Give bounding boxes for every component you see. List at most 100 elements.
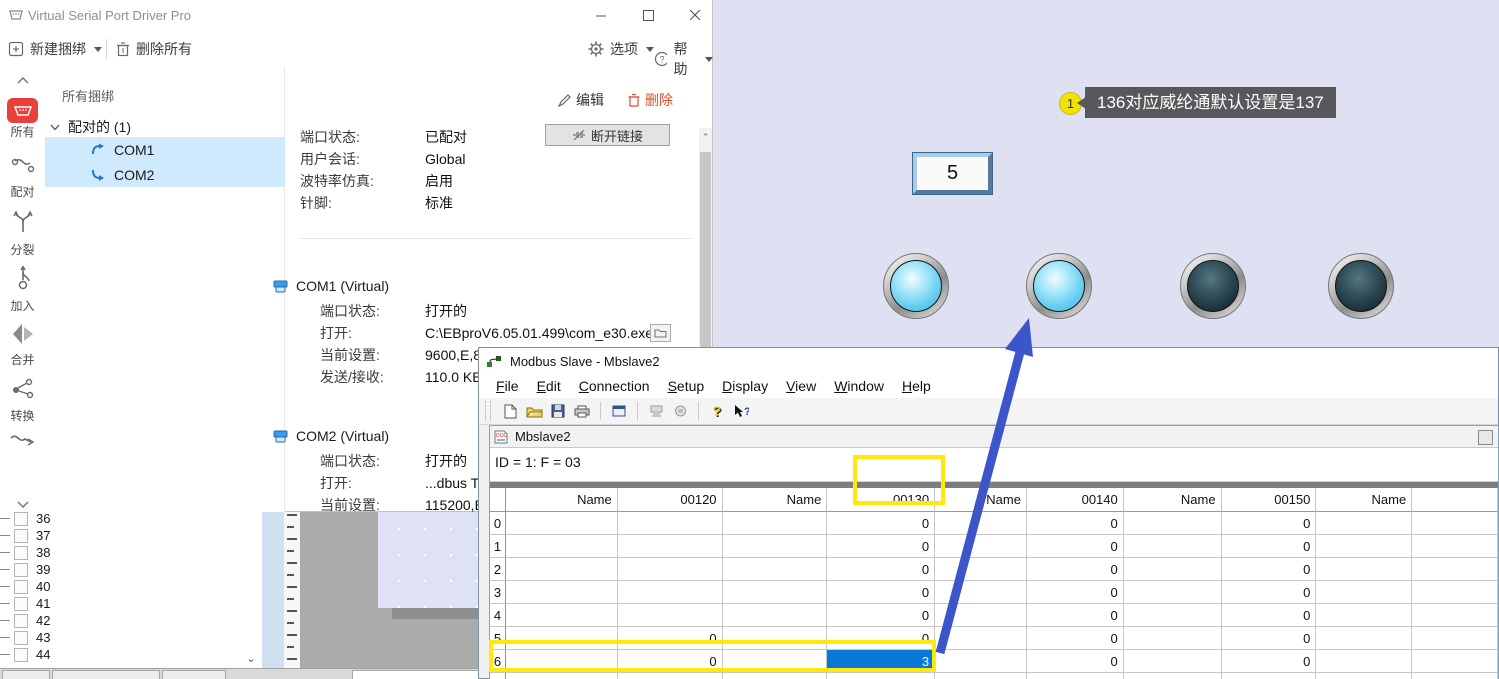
sidebar-item-split[interactable]: 分裂	[0, 210, 45, 258]
cell-r6-c00140[interactable]: 0	[1027, 650, 1124, 673]
cell-r7-name4[interactable]	[1124, 673, 1222, 679]
cell-r2-name5[interactable]	[1316, 558, 1412, 581]
tree-group-paired[interactable]: 配对的 (1)	[50, 117, 131, 137]
cell-r2-name1[interactable]	[506, 558, 618, 581]
cell-r7-c00120[interactable]	[618, 673, 723, 679]
cell-r7-name2[interactable]	[723, 673, 828, 679]
lamp-button-3-off[interactable]	[1180, 253, 1246, 319]
cell-r2-name2[interactable]	[723, 558, 828, 581]
cell-r0-c00120[interactable]	[618, 512, 723, 535]
cell-r3-c00140[interactable]: 0	[1027, 581, 1124, 604]
address-list-item[interactable]: 39	[0, 561, 262, 578]
menu-display[interactable]: Display	[713, 376, 777, 396]
cell-r0-name3[interactable]	[935, 512, 1027, 535]
minimize-button[interactable]	[586, 4, 616, 26]
cell-r1-c00130[interactable]: 0	[827, 535, 935, 558]
sidebar-item-convert[interactable]: 转换	[0, 376, 45, 424]
address-list-item[interactable]: 41	[0, 595, 262, 612]
menu-edit[interactable]: Edit	[528, 376, 570, 396]
column-header-name[interactable]: Name	[1124, 488, 1222, 512]
cell-r7-name3[interactable]	[935, 673, 1027, 679]
new-bundle-button[interactable]: 新建捆绑	[8, 39, 102, 59]
cell-r7-name1[interactable]	[506, 673, 618, 679]
save-button[interactable]	[549, 403, 567, 420]
cell-r3-name4[interactable]	[1124, 581, 1222, 604]
checkbox[interactable]	[14, 529, 28, 543]
cell-r4-name1[interactable]	[506, 604, 618, 627]
menu-window[interactable]: Window	[825, 376, 893, 396]
column-header-blank[interactable]	[1412, 488, 1498, 512]
edit-button[interactable]: 编辑	[558, 90, 604, 110]
lamp-button-4-off[interactable]	[1328, 253, 1394, 319]
checkbox[interactable]	[14, 597, 28, 611]
cell-r0-name4[interactable]	[1124, 512, 1222, 535]
cell-r6-name4[interactable]	[1124, 650, 1222, 673]
cell-r2-name4[interactable]	[1124, 558, 1222, 581]
cell-r1-c00140[interactable]: 0	[1027, 535, 1124, 558]
delete-button[interactable]: 删除	[628, 90, 673, 110]
cell-r2-name3[interactable]	[935, 558, 1027, 581]
cell-r3-name3[interactable]	[935, 581, 1027, 604]
cell-r4-name2[interactable]	[723, 604, 828, 627]
comm-traffic-button[interactable]	[671, 403, 689, 420]
cell-r0-name5[interactable]	[1316, 512, 1412, 535]
background-tab[interactable]	[52, 670, 160, 679]
tree-item-com1[interactable]: COM1	[45, 137, 285, 162]
cell-r4-name3[interactable]	[935, 604, 1027, 627]
cell-r1-c00150[interactable]: 0	[1222, 535, 1317, 558]
cell-r2-c00120[interactable]	[618, 558, 723, 581]
checkbox[interactable]	[14, 563, 28, 577]
column-header-blank[interactable]	[490, 488, 506, 512]
menu-setup[interactable]: Setup	[659, 376, 714, 396]
scrollbar-thumb[interactable]	[700, 152, 711, 352]
cell-r4-extra[interactable]	[1412, 604, 1498, 627]
tree-item-com2[interactable]: COM2	[45, 162, 285, 187]
sidebar-item-extra[interactable]	[0, 430, 45, 457]
cell-r5-extra[interactable]	[1412, 627, 1498, 650]
menu-view[interactable]: View	[777, 376, 825, 396]
column-header-name[interactable]: Name	[935, 488, 1027, 512]
cell-r7-c00150[interactable]	[1222, 673, 1317, 679]
lamp-button-2-on[interactable]	[1026, 253, 1092, 319]
background-tab[interactable]	[162, 670, 226, 679]
list-scroll-down-icon[interactable]: ⌄	[244, 652, 258, 666]
cell-r3-c00150[interactable]: 0	[1222, 581, 1317, 604]
cell-r2-c00150[interactable]: 0	[1222, 558, 1317, 581]
cell-r5-name5[interactable]	[1316, 627, 1412, 650]
cell-r6-extra[interactable]	[1412, 650, 1498, 673]
menu-connection[interactable]: Connection	[570, 376, 659, 396]
cell-r1-c00120[interactable]	[618, 535, 723, 558]
cell-r4-c00150[interactable]: 0	[1222, 604, 1317, 627]
column-header-00120[interactable]: 00120	[618, 488, 723, 512]
sidebar-scroll-up-icon[interactable]	[0, 72, 45, 90]
column-header-00140[interactable]: 00140	[1027, 488, 1124, 512]
sidebar-item-merge[interactable]: 合并	[0, 322, 45, 368]
cell-r3-c00120[interactable]	[618, 581, 723, 604]
scroll-up-icon[interactable]: ⌃	[699, 132, 712, 143]
cell-r1-name3[interactable]	[935, 535, 1027, 558]
delete-all-button[interactable]: 删除所有	[116, 39, 192, 59]
background-tab[interactable]	[2, 670, 50, 679]
disconnect-button[interactable]: 断开链接	[545, 124, 670, 146]
sidebar-item-all[interactable]: 所有	[0, 98, 45, 140]
cell-r2-extra[interactable]	[1412, 558, 1498, 581]
cell-r3-name2[interactable]	[723, 581, 828, 604]
cell-r6-c00150[interactable]: 0	[1222, 650, 1317, 673]
cell-r3-extra[interactable]	[1412, 581, 1498, 604]
cell-r0-c00140[interactable]: 0	[1027, 512, 1124, 535]
help-button[interactable]: ? 帮助	[654, 39, 713, 79]
cell-r4-c00140[interactable]: 0	[1027, 604, 1124, 627]
cell-r3-name1[interactable]	[506, 581, 618, 604]
cell-r5-c00150[interactable]: 0	[1222, 627, 1317, 650]
comm-log-button[interactable]	[647, 403, 665, 420]
cell-r5-name4[interactable]	[1124, 627, 1222, 650]
browse-path-button[interactable]	[650, 324, 671, 342]
cell-r6-name5[interactable]	[1316, 650, 1412, 673]
cell-r0-c00150[interactable]: 0	[1222, 512, 1317, 535]
cell-r3-c00130[interactable]: 0	[827, 581, 935, 604]
lamp-button-1-on[interactable]	[883, 253, 949, 319]
cell-r5-c00140[interactable]: 0	[1027, 627, 1124, 650]
close-button[interactable]	[680, 4, 710, 26]
sidebar-scroll-down-icon[interactable]	[0, 496, 45, 514]
address-list-item[interactable]: 38	[0, 544, 262, 561]
